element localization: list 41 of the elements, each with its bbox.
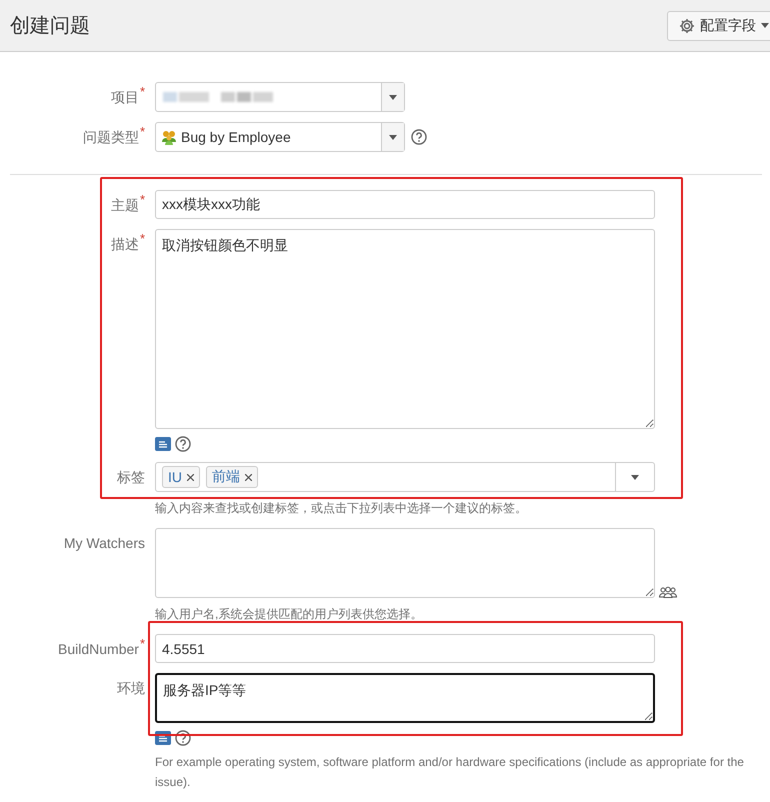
text-area[interactable]: 取消按钮颜色不明显 <box>155 229 655 429</box>
caret-icon <box>761 23 769 28</box>
field-label: My Watchers <box>64 535 145 551</box>
field-label: BuildNumber <box>58 641 139 657</box>
required-mark: * <box>140 192 145 209</box>
caret-icon <box>389 134 397 140</box>
remove-icon[interactable] <box>245 474 252 480</box>
field-label: 标签 <box>117 469 145 487</box>
people-icon <box>161 129 177 145</box>
tags-field[interactable]: IU 前端 <box>155 462 655 492</box>
required-mark: * <box>140 84 145 101</box>
help-icon[interactable] <box>411 129 427 145</box>
page-title: 创建问题 <box>10 14 90 39</box>
text-area[interactable]: 服务器IP等等 <box>155 673 655 723</box>
text-field[interactable]: xxx模块xxx功能 <box>155 190 655 219</box>
field-hint: 输入用户名,系统会提供匹配的用户列表供您选择。 <box>155 606 424 623</box>
help-icon[interactable] <box>175 436 191 452</box>
required-mark: * <box>140 636 145 653</box>
field-label: 描述 <box>110 236 139 254</box>
tag-chip[interactable]: IU <box>162 466 200 488</box>
field-label: 环境 <box>117 680 145 698</box>
gear-icon <box>679 18 695 34</box>
field-label: 主题 <box>110 197 139 215</box>
text-field[interactable]: 4.5551 <box>155 634 655 663</box>
select-field[interactable]: Bug by Employee <box>155 122 405 152</box>
help-icon[interactable] <box>175 730 191 746</box>
field-label: 项目 <box>110 89 139 107</box>
caret-icon <box>631 474 639 480</box>
text-mode-icon[interactable] <box>155 437 171 451</box>
select-value: Bug by Employee <box>181 129 291 145</box>
required-mark: * <box>140 231 145 248</box>
people-icon[interactable] <box>659 586 677 598</box>
select-field[interactable] <box>155 82 405 112</box>
remove-icon[interactable] <box>187 474 194 480</box>
field-hint: 输入内容来查找或创建标签，或点击下拉列表中选择一个建议的标签。 <box>155 500 528 517</box>
tag-chip[interactable]: 前端 <box>206 466 258 488</box>
caret-icon <box>389 94 397 100</box>
field-hint: For example operating system, software platform and/or hardware specifications (include as appropriate for the issue). <box>155 754 745 791</box>
field-label: 问题类型 <box>82 129 139 147</box>
required-mark: * <box>140 124 145 141</box>
configure-fields-button[interactable]: 配置字段 <box>667 10 770 40</box>
